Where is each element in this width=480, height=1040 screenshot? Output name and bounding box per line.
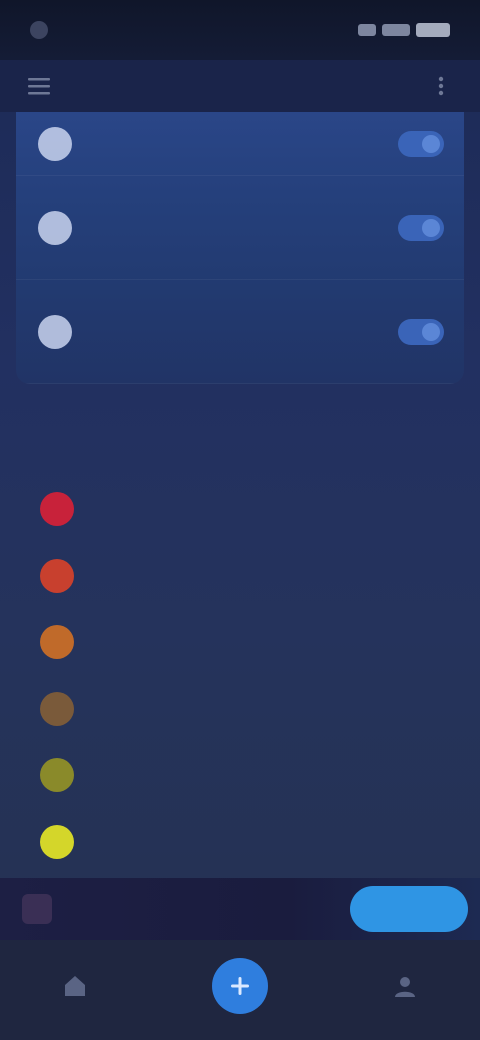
- lock-icon: [38, 210, 72, 245]
- card-text-1: [100, 141, 398, 147]
- shield-icon: [38, 126, 72, 161]
- bell-icon: [38, 314, 72, 349]
- status-indicators: [358, 23, 450, 37]
- promo-banner: [0, 878, 480, 940]
- app-header: [0, 60, 480, 112]
- tab-add[interactable]: [212, 958, 268, 1022]
- banner-action-button[interactable]: [350, 886, 468, 932]
- profile-icon: [395, 977, 415, 997]
- list-item-4[interactable]: [0, 676, 480, 743]
- list-item-2[interactable]: [0, 543, 480, 610]
- status-bar: [0, 0, 480, 60]
- color-swatch-icon: [40, 625, 74, 660]
- card-text-2: [100, 225, 398, 231]
- card-row-2[interactable]: [16, 176, 464, 280]
- notification-icon: [30, 21, 48, 39]
- color-list: [0, 476, 480, 875]
- battery-icon: [416, 23, 450, 37]
- card-toggle-2[interactable]: [398, 214, 444, 241]
- list-item-6[interactable]: [0, 809, 480, 876]
- home-icon: [65, 976, 85, 996]
- bottom-tab-bar: [0, 940, 480, 1040]
- color-swatch-icon: [40, 758, 74, 793]
- card-text-3: [100, 329, 398, 335]
- list-item-3[interactable]: [0, 609, 480, 676]
- wifi-icon: [382, 24, 410, 36]
- list-item-1[interactable]: [0, 476, 480, 543]
- card-row-3[interactable]: [16, 280, 464, 384]
- card-row-1[interactable]: [16, 112, 464, 176]
- color-swatch-icon: [40, 492, 74, 527]
- settings-card-group: [16, 112, 464, 384]
- color-swatch-icon: [40, 824, 74, 859]
- color-swatch-icon: [40, 558, 74, 593]
- card-toggle-3[interactable]: [398, 318, 444, 345]
- card-toggle-1[interactable]: [398, 130, 444, 157]
- status-left: [30, 21, 60, 39]
- list-item-5[interactable]: [0, 742, 480, 809]
- more-icon[interactable]: [426, 71, 456, 101]
- add-icon: [212, 958, 268, 1014]
- signal-icon: [358, 24, 376, 36]
- color-swatch-icon: [40, 691, 74, 726]
- menu-icon[interactable]: [24, 71, 54, 101]
- tab-profile[interactable]: [392, 973, 418, 1007]
- promo-icon: [22, 894, 52, 924]
- tab-home[interactable]: [62, 973, 88, 1007]
